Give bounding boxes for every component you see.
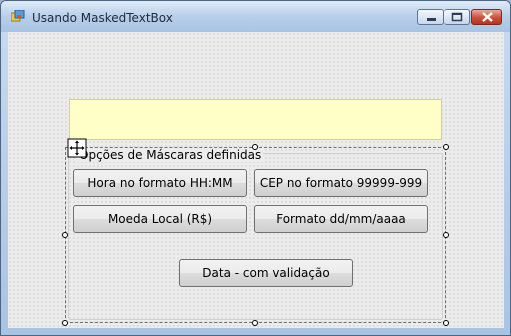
close-button[interactable] (471, 9, 502, 25)
minimize-icon (427, 18, 436, 21)
form-client-area: Opções de Máscaras definidas Hora no for… (8, 32, 504, 328)
main-window: Usando MaskedTextBox Opções de Máscaras … (0, 0, 511, 336)
formato-data-button[interactable]: Formato dd/mm/aaaa (254, 205, 428, 233)
minimize-button[interactable] (417, 9, 444, 25)
resize-handle-top-middle[interactable] (252, 144, 258, 150)
data-validacao-button[interactable]: Data - com validação (179, 259, 353, 287)
close-icon (482, 12, 493, 22)
maximize-icon (451, 12, 463, 22)
resize-handle-middle-left[interactable] (62, 232, 68, 238)
moeda-local-button[interactable]: Moeda Local (R$) (73, 205, 247, 233)
maximize-button[interactable] (444, 9, 470, 25)
title-bar[interactable]: Usando MaskedTextBox (1, 1, 510, 32)
resize-handle-top-right[interactable] (443, 144, 449, 150)
cep-format-button[interactable]: CEP no formato 99999-999 (254, 169, 428, 197)
resize-handle-bottom-middle[interactable] (252, 320, 258, 326)
hora-format-button[interactable]: Hora no formato HH:MM (73, 169, 247, 197)
window-title: Usando MaskedTextBox (32, 11, 173, 25)
resize-handle-bottom-left[interactable] (62, 320, 68, 326)
masked-textbox[interactable] (69, 99, 442, 140)
move-icon[interactable] (67, 138, 87, 158)
resize-handle-bottom-right[interactable] (443, 320, 449, 326)
groupbox-label: Opções de Máscaras definidas (77, 148, 264, 162)
forms-app-icon (11, 10, 25, 22)
resize-handle-middle-right[interactable] (443, 232, 449, 238)
